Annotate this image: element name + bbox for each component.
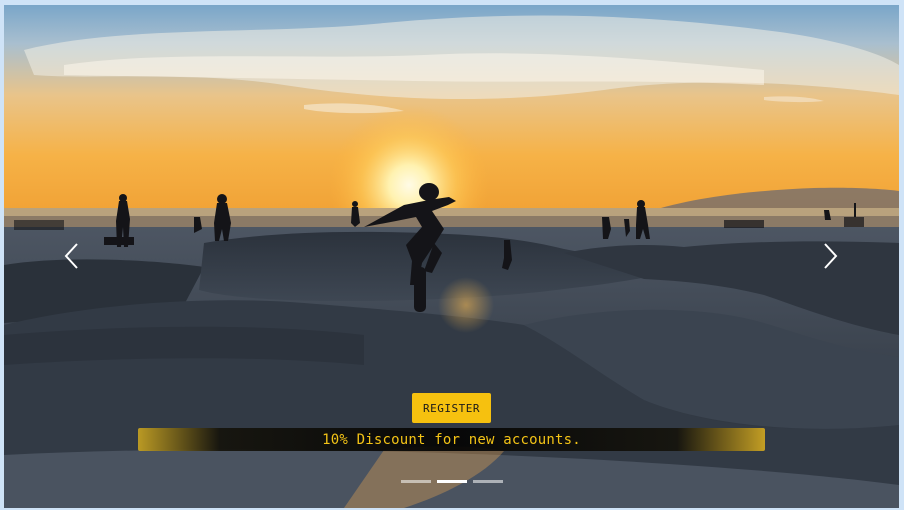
chevron-right-icon [824,243,838,269]
chevron-left-icon [64,243,78,269]
discount-banner: 10% Discount for new accounts. [138,428,765,451]
carousel-indicator-3[interactable] [473,479,503,483]
carousel-prev-button[interactable] [56,241,86,271]
carousel-next-button[interactable] [816,241,846,271]
page-frame: REGISTER 10% Discount for new accounts. [0,0,904,510]
register-button[interactable]: REGISTER [412,393,491,423]
carousel-indicators [401,478,503,484]
carousel-indicator-1[interactable] [401,479,431,483]
discount-caption: 10% Discount for new accounts. [322,431,581,448]
hero-carousel: REGISTER 10% Discount for new accounts. [4,5,899,508]
carousel-indicator-2[interactable] [437,479,467,483]
